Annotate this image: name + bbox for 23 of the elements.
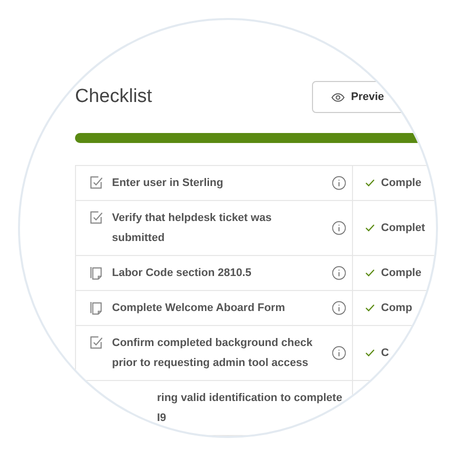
checkbox-icon <box>90 211 103 224</box>
document-icon <box>90 301 103 315</box>
page-title: Checklist <box>75 84 154 109</box>
info-icon[interactable] <box>332 266 346 280</box>
info-icon[interactable] <box>332 301 346 315</box>
document-icon <box>90 266 103 280</box>
checkbox-icon <box>90 176 103 189</box>
task-name: Enter user in Sterling <box>112 176 224 191</box>
status-text: Comple <box>381 176 422 191</box>
info-icon[interactable] <box>332 346 346 360</box>
status-text: Comple <box>381 266 422 281</box>
status-text: Complet <box>381 220 425 236</box>
eye-icon <box>331 92 345 102</box>
info-icon[interactable] <box>332 176 346 190</box>
task-name: Verify that helpdesk ticket was submitted <box>112 211 273 246</box>
task-name: ring valid identification to complete I9 <box>157 391 344 426</box>
info-icon[interactable] <box>332 221 346 235</box>
checkbox-icon <box>90 336 103 349</box>
task-name: Complete Welcome Aboard Form <box>112 301 285 316</box>
task-name: Labor Code section 2810.5 <box>112 266 252 281</box>
task-name: Confirm completed background check prior to requesting admin tool access <box>112 336 314 371</box>
status-text: Comp <box>381 300 412 316</box>
status-text: C <box>381 346 389 361</box>
